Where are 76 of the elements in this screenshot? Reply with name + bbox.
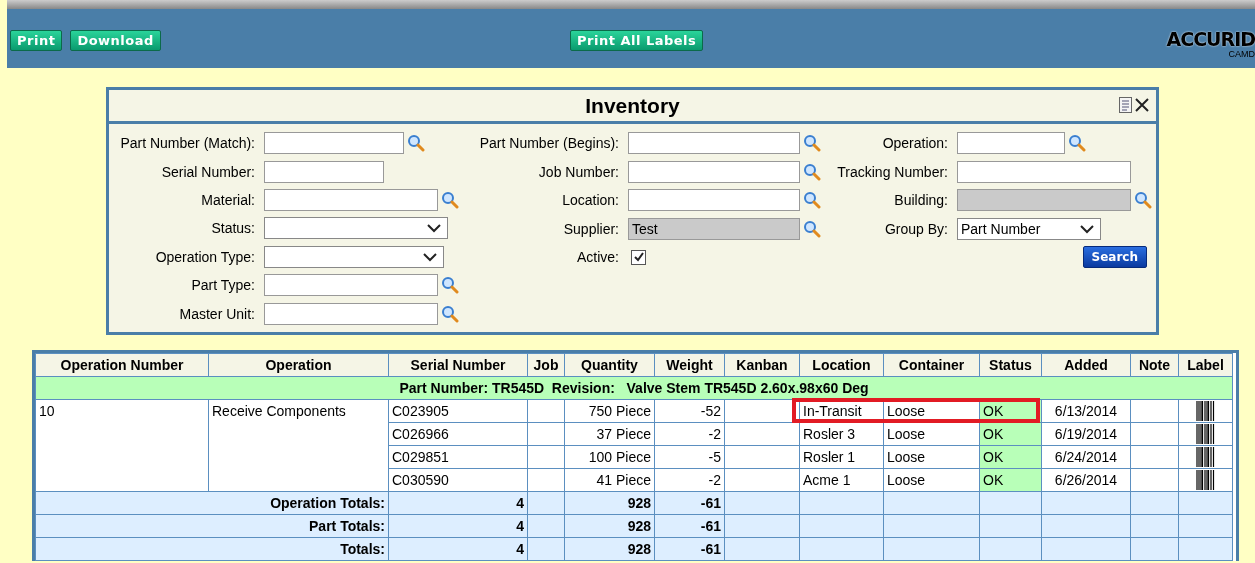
table-cell: 10 (35, 399, 209, 492)
table-cell: C023905 (388, 399, 528, 423)
totals-label: Operation Totals: (35, 491, 389, 515)
field-label: Building: (893, 192, 949, 209)
column-header[interactable]: Location (799, 353, 884, 377)
totals-label: Part Totals: (35, 514, 389, 538)
column-header[interactable]: Serial Number (388, 353, 528, 377)
barcode-icon[interactable] (1196, 447, 1215, 467)
column-header[interactable]: Operation (208, 353, 389, 377)
search-icon[interactable] (407, 134, 425, 153)
text-field[interactable] (264, 274, 438, 297)
field-label: Supplier: (562, 220, 620, 237)
close-icon[interactable] (1134, 97, 1150, 113)
table-cell: 4 (388, 491, 528, 515)
search-icon[interactable] (441, 304, 459, 323)
search-icon[interactable] (441, 276, 459, 295)
field-label: Part Type: (190, 277, 256, 294)
checkbox[interactable] (631, 249, 646, 265)
field-label: Active: (576, 249, 620, 266)
text-field[interactable] (264, 132, 404, 155)
column-header[interactable]: Status (979, 353, 1042, 377)
chevron-down-icon[interactable] (1080, 224, 1094, 234)
text-field[interactable] (264, 160, 384, 183)
dropdown-field[interactable] (264, 245, 444, 268)
field-label: Operation: (881, 135, 949, 152)
field-label: Group By: (883, 220, 949, 237)
column-header[interactable]: Job (527, 353, 565, 377)
text-field[interactable] (957, 132, 1065, 155)
column-header[interactable]: Kanban (724, 353, 800, 377)
panel-title: Inventory (585, 93, 680, 118)
text-field[interactable] (628, 160, 800, 183)
column-header[interactable]: Container (883, 353, 980, 377)
column-header[interactable]: Operation Number (35, 353, 209, 377)
text-field[interactable] (264, 302, 438, 325)
column-header[interactable]: Quantity (564, 353, 655, 377)
totals-label: Totals: (35, 537, 389, 561)
table-cell: 4 (388, 514, 528, 538)
field-label: Operation Type: (154, 248, 256, 265)
field-label: Part Number (Match): (119, 135, 256, 152)
column-header[interactable]: Note (1130, 353, 1179, 377)
table-cell: C029851 (388, 445, 528, 469)
search-icon[interactable] (803, 191, 821, 210)
dropdown-field[interactable] (264, 217, 448, 240)
text-field[interactable] (628, 132, 800, 155)
field-label: Job Number: (537, 163, 620, 180)
search-icon[interactable] (1068, 134, 1086, 153)
field-label: Location: (561, 192, 620, 209)
chevron-down-icon[interactable] (423, 252, 437, 262)
search-icon[interactable] (803, 162, 821, 181)
chevron-down-icon[interactable] (427, 224, 441, 234)
text-field[interactable] (628, 189, 800, 212)
logo-text: ACCURID (1166, 29, 1255, 49)
barcode-icon[interactable] (1196, 401, 1215, 421)
search-button[interactable]: Search (1082, 246, 1147, 269)
logo-subtext: CAMD (1228, 49, 1255, 59)
column-header[interactable]: Added (1041, 353, 1131, 377)
field-label: Material: (200, 192, 256, 209)
document-icon[interactable] (1119, 97, 1132, 113)
field-label: Master Unit: (178, 305, 256, 322)
field-label: Serial Number: (160, 163, 256, 180)
table-cell: C026966 (388, 422, 528, 446)
barcode-icon[interactable] (1196, 470, 1215, 490)
field-label: Tracking Number: (836, 163, 949, 180)
table-cell: 4 (388, 537, 528, 561)
text-field[interactable] (264, 189, 438, 212)
field-label: Status: (210, 220, 256, 237)
table-cell: C030590 (388, 468, 528, 492)
field-label: Part Number (Begins): (478, 135, 620, 152)
column-header[interactable]: Weight (654, 353, 725, 377)
table-cell: Receive Components (208, 399, 389, 492)
barcode-icon[interactable] (1196, 424, 1215, 444)
dropdown-field[interactable]: Part Number (957, 217, 1101, 240)
text-field[interactable] (957, 160, 1131, 183)
column-header[interactable]: Label (1178, 353, 1233, 377)
search-icon[interactable] (441, 191, 459, 210)
search-icon[interactable] (803, 134, 821, 153)
